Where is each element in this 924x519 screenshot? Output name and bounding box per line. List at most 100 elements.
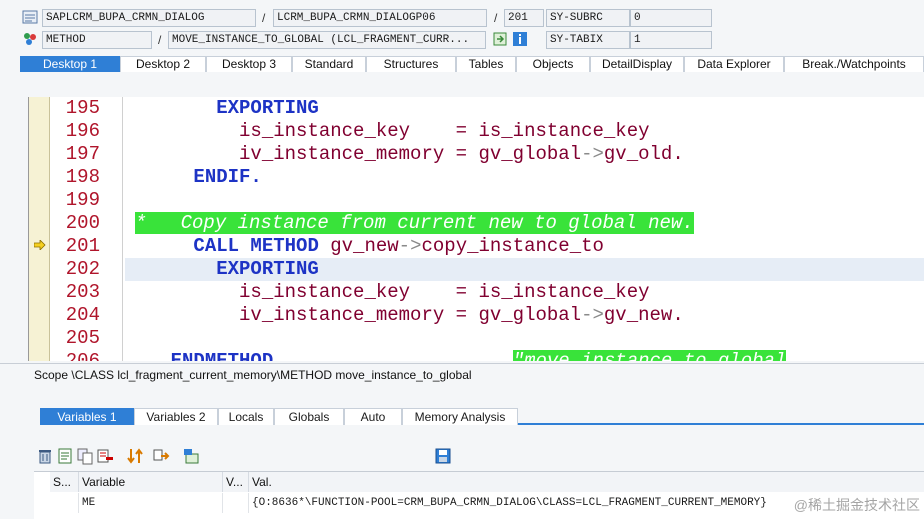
table-row-status-cell[interactable] <box>50 493 79 513</box>
tab-variables-2[interactable]: Variables 2 <box>134 408 218 425</box>
line-number: 203 <box>65 281 100 303</box>
scope-bar: Scope \CLASS lcl_fragment_current_memory… <box>0 363 924 385</box>
include-field[interactable]: LCRM_BUPA_CRMN_DIALOGP06 <box>273 9 487 27</box>
tab-structures[interactable]: Structures <box>366 56 456 72</box>
line-number: 201 <box>65 235 100 257</box>
line-number: 196 <box>65 120 100 142</box>
column-header-variable[interactable]: Variable <box>79 472 223 492</box>
line-number: 204 <box>65 304 100 326</box>
code-line[interactable]: * Copy instance from current new to glob… <box>135 212 694 235</box>
code-line[interactable]: ENDIF. <box>125 166 262 189</box>
sy-tabix-value[interactable]: 1 <box>630 31 712 49</box>
source-code-editor[interactable]: 195 196 197 198 199 200 201 202 203 204 205 206 EXP… <box>28 97 924 361</box>
code-token: gv_new <box>330 235 399 257</box>
save-icon[interactable] <box>434 447 452 465</box>
code-token: = is_instance_key <box>455 120 650 142</box>
tab-desktop-3[interactable]: Desktop 3 <box>206 56 292 72</box>
line-number: 200 <box>65 212 100 234</box>
code-token: iv_instance_memory = gv_global <box>239 143 582 165</box>
tab-data-explorer[interactable]: Data Explorer <box>684 56 784 72</box>
tab-objects[interactable]: Objects <box>516 56 590 72</box>
sy-subrc-value[interactable]: 0 <box>630 9 712 27</box>
program-icon <box>22 9 38 25</box>
info-icon[interactable] <box>512 31 528 47</box>
sort-icon[interactable] <box>126 447 144 465</box>
layout-icon[interactable] <box>182 447 200 465</box>
code-token: is_instance_key <box>239 281 411 303</box>
line-number: 202 <box>65 258 100 280</box>
line-field[interactable]: 201 <box>504 9 544 27</box>
keyword-token: ENDMETHOD. <box>170 350 285 361</box>
code-line[interactable]: EXPORTING <box>125 258 924 281</box>
tab-locals[interactable]: Locals <box>218 408 274 425</box>
table-row-variable-cell[interactable]: ME <box>79 493 223 513</box>
tab-desktop-1[interactable]: Desktop 1 <box>20 56 120 72</box>
keyword-token: ENDIF. <box>193 166 262 188</box>
code-line[interactable]: is_instance_key = is_instance_key <box>125 120 650 143</box>
line-number: 197 <box>65 143 100 165</box>
variables-grid: S... Variable V... Val. ME {O:8636*\FUNC… <box>34 471 924 519</box>
delete-icon[interactable] <box>36 447 54 465</box>
line-number: 198 <box>65 166 100 188</box>
keyword-token: EXPORTING <box>216 97 319 119</box>
tab-auto[interactable]: Auto <box>344 408 402 425</box>
program-field[interactable]: SAPLCRM_BUPA_CRMN_DIALOG <box>42 9 256 27</box>
code-line[interactable]: EXPORTING <box>125 97 319 120</box>
code-line[interactable]: CALL METHOD gv_new->copy_instance_to <box>125 235 604 258</box>
sy-tabix-label: SY-TABIX <box>546 31 630 49</box>
tab-detail-display[interactable]: DetailDisplay <box>590 56 684 72</box>
tab-tables[interactable]: Tables <box>456 56 516 72</box>
keyword-token: EXPORTING <box>216 258 319 280</box>
code-token: = is_instance_key <box>455 281 650 303</box>
operator-token: -> <box>581 304 604 326</box>
code-token: gv_old. <box>603 143 684 165</box>
navigate-to-source-icon[interactable] <box>492 31 508 47</box>
code-token: copy_instance_to <box>421 235 604 257</box>
transfer-icon[interactable] <box>152 447 170 465</box>
column-header-status[interactable]: S... <box>50 472 79 492</box>
tab-break-watchpoints[interactable]: Break./Watchpoints <box>784 56 924 72</box>
code-area[interactable]: EXPORTING is_instance_key = is_instance_… <box>125 97 924 361</box>
line-number: 206 <box>65 350 100 361</box>
code-token: is_instance_key <box>239 120 411 142</box>
detail-view-icon[interactable] <box>56 447 74 465</box>
tab-globals[interactable]: Globals <box>274 408 344 425</box>
copy-icon[interactable] <box>76 447 94 465</box>
remove-variables-icon[interactable] <box>96 447 114 465</box>
desktop-tab-bar: Desktop 1 Desktop 2 Desktop 3 Standard S… <box>20 54 924 72</box>
tab-desktop-2[interactable]: Desktop 2 <box>120 56 206 72</box>
current-line-arrow-icon <box>33 239 46 253</box>
line-number: 199 <box>65 189 100 211</box>
sy-subrc-label: SY-SUBRC <box>546 9 630 27</box>
column-header-value[interactable]: Val. <box>249 472 924 492</box>
event-field[interactable]: MOVE_INSTANCE_TO_GLOBAL (LCL_FRAGMENT_CU… <box>168 31 486 49</box>
tab-memory-analysis[interactable]: Memory Analysis <box>402 408 518 425</box>
tab-standard[interactable]: Standard <box>292 56 366 72</box>
method-icon <box>22 31 38 47</box>
code-token: iv_instance_memory = gv_global <box>239 304 582 326</box>
line-number: 205 <box>65 327 100 349</box>
code-token: gv_new. <box>603 304 684 326</box>
code-line[interactable]: is_instance_key = is_instance_key <box>125 281 650 304</box>
variables-tab-bar: Variables 1 Variables 2 Locals Globals A… <box>40 406 924 425</box>
table-row-v-cell[interactable] <box>223 493 249 513</box>
code-line[interactable]: ENDMETHOD. "move_instance_to_global <box>125 350 787 361</box>
tab-variables-1[interactable]: Variables 1 <box>40 408 134 425</box>
operator-token: -> <box>398 235 422 257</box>
code-line[interactable]: iv_instance_memory = gv_global->gv_new. <box>125 304 684 327</box>
event-type-field[interactable]: METHOD <box>42 31 152 49</box>
breakpoint-gutter[interactable] <box>29 97 50 361</box>
column-header-v[interactable]: V... <box>223 472 249 492</box>
code-line[interactable]: iv_instance_memory = gv_global->gv_old. <box>125 143 684 166</box>
